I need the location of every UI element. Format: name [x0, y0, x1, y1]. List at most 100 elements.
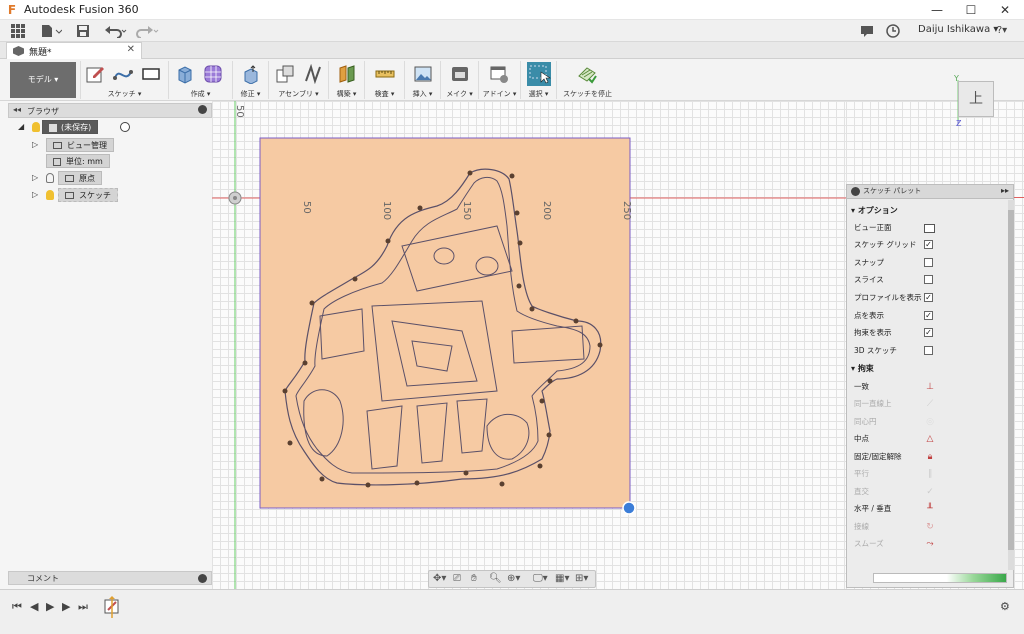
- timeline-sketch-feature-icon[interactable]: [104, 596, 120, 618]
- select-arrow-icon[interactable]: [527, 62, 551, 86]
- palette-pin-icon[interactable]: [851, 187, 860, 196]
- expand-arrows-icon[interactable]: ▸▸: [1001, 186, 1009, 195]
- create-sketch-icon[interactable]: [85, 64, 105, 84]
- document-tab[interactable]: 無題* ✕: [6, 42, 142, 59]
- save-icon[interactable]: [76, 24, 90, 38]
- maximize-button[interactable]: ☐: [954, 0, 988, 20]
- form-icon[interactable]: [203, 64, 223, 84]
- midpoint-icon[interactable]: △: [924, 433, 936, 445]
- viewcube-top-face[interactable]: 上: [958, 81, 994, 117]
- look-at-icon[interactable]: [924, 224, 935, 233]
- addins-group[interactable]: アドイン ▾: [478, 61, 520, 99]
- zoom-icon[interactable]: 🔍︎: [489, 573, 502, 584]
- sketch-grid-checkbox[interactable]: ✓: [924, 240, 933, 249]
- file-menu-icon[interactable]: [40, 24, 62, 38]
- comments-panel-header[interactable]: コメント: [8, 571, 212, 585]
- job-status-icon[interactable]: [860, 24, 874, 38]
- snap-checkbox[interactable]: [924, 258, 933, 267]
- 3d-print-icon[interactable]: [450, 64, 470, 84]
- timeline-settings-gear-icon[interactable]: ⚙︎: [1000, 600, 1010, 613]
- options-section-header[interactable]: ▾ オプション: [851, 205, 898, 216]
- panel-pin-icon[interactable]: [198, 105, 207, 114]
- collapsed-triangle-icon[interactable]: ▷: [32, 188, 38, 202]
- slice-checkbox[interactable]: [924, 275, 933, 284]
- expand-triangle-icon[interactable]: ◢: [18, 120, 24, 134]
- modify-group[interactable]: 修正 ▾: [232, 61, 268, 99]
- option-3d-sketch[interactable]: 3D スケッチ: [854, 343, 1009, 358]
- user-account-menu[interactable]: Daiju Ishikawa ▾: [918, 24, 998, 35]
- go-to-start-icon[interactable]: ⏮︎: [12, 600, 22, 614]
- design-canvas[interactable]: 50 100 150 200 250 50: [212, 101, 846, 589]
- constraint-horizontal-vertical[interactable]: 水平 / 垂直 ╨: [854, 501, 1009, 516]
- lightbulb-off-icon[interactable]: [46, 173, 54, 183]
- lock-icon[interactable]: 🔒︎: [924, 451, 936, 463]
- inspect-group[interactable]: 検査 ▾: [364, 61, 404, 99]
- option-show-points[interactable]: 点を表示 ✓: [854, 308, 1009, 323]
- collapse-arrows-icon[interactable]: ◂◂: [13, 105, 21, 114]
- fit-zoom-icon[interactable]: ⊕▾: [507, 573, 520, 584]
- new-component-icon[interactable]: [275, 64, 295, 84]
- clock-icon[interactable]: [886, 24, 900, 38]
- tree-root-row[interactable]: ◢ (未保存): [18, 120, 138, 134]
- pan-hand-icon[interactable]: ✋︎: [471, 573, 477, 584]
- show-profile-checkbox[interactable]: ✓: [924, 293, 933, 302]
- offset-plane-icon[interactable]: [337, 64, 357, 84]
- step-back-icon[interactable]: ◀: [30, 600, 38, 613]
- stop-sketch-icon[interactable]: [577, 64, 597, 84]
- select-group[interactable]: 選択 ▾: [520, 61, 556, 99]
- create-group[interactable]: 作成 ▾: [168, 61, 232, 99]
- constraint-coincident[interactable]: 一致 ⊥: [854, 379, 1009, 394]
- minimize-button[interactable]: —: [920, 0, 954, 20]
- redo-icon[interactable]: [136, 24, 160, 38]
- scripts-addins-icon[interactable]: [489, 64, 509, 84]
- orbit-icon[interactable]: ✥▾: [433, 573, 446, 584]
- option-show-constraints[interactable]: 拘束を表示 ✓: [854, 325, 1009, 340]
- activate-radio-icon[interactable]: [120, 122, 130, 132]
- close-button[interactable]: ✕: [988, 0, 1022, 20]
- constraint-midpoint[interactable]: 中点 △: [854, 431, 1009, 446]
- show-points-checkbox[interactable]: ✓: [924, 311, 933, 320]
- make-group[interactable]: メイク ▾: [440, 61, 478, 99]
- lightbulb-icon[interactable]: [32, 122, 40, 132]
- option-show-profile[interactable]: プロファイルを表示 ✓: [854, 290, 1009, 305]
- joint-icon[interactable]: [303, 64, 323, 84]
- 3d-sketch-checkbox[interactable]: [924, 346, 933, 355]
- show-constraints-checkbox[interactable]: ✓: [924, 328, 933, 337]
- sketch-palette-header[interactable]: スケッチ パレット ▸▸: [847, 185, 1013, 199]
- document-tab-close[interactable]: ✕: [127, 44, 135, 55]
- insert-group[interactable]: 挿入 ▾: [404, 61, 440, 99]
- help-button[interactable]: ?▾: [990, 22, 1014, 40]
- option-sketch-grid[interactable]: スケッチ グリッド ✓: [854, 237, 1009, 252]
- insert-image-icon[interactable]: [413, 64, 433, 84]
- viewports-icon[interactable]: ⊞▾: [575, 573, 588, 584]
- constraints-section-header[interactable]: ▾ 拘束: [851, 363, 874, 374]
- workspace-mode-button[interactable]: モデル ▾: [10, 62, 76, 98]
- browser-panel-header[interactable]: ◂◂ ブラウザ: [8, 103, 212, 118]
- go-to-end-icon[interactable]: ⏭︎: [78, 600, 88, 614]
- coincident-icon[interactable]: ⊥: [924, 381, 936, 393]
- step-forward-icon[interactable]: ▶: [62, 600, 70, 613]
- constraint-fix-unfix[interactable]: 固定/固定解除 🔒︎: [854, 449, 1009, 464]
- horizontal-vertical-icon[interactable]: ╨: [924, 503, 936, 515]
- assemble-group[interactable]: アセンブリ ▾: [268, 61, 328, 99]
- collapsed-triangle-icon[interactable]: ▷: [32, 171, 38, 185]
- panel-pin-icon[interactable]: [198, 574, 207, 583]
- option-snap[interactable]: スナップ: [854, 255, 1009, 270]
- stop-sketch-group[interactable]: スケッチを停止: [556, 61, 618, 99]
- press-pull-icon[interactable]: [241, 64, 261, 84]
- rectangle-icon[interactable]: [141, 64, 161, 84]
- grid-settings-icon[interactable]: ▦▾: [555, 573, 569, 584]
- lightbulb-icon[interactable]: [46, 190, 54, 200]
- option-look-at[interactable]: ビュー正面: [854, 220, 1009, 235]
- selected-corner-point[interactable]: [622, 501, 636, 515]
- spline-icon[interactable]: [113, 64, 133, 84]
- play-icon[interactable]: ▶: [46, 600, 54, 613]
- construct-group[interactable]: 構築 ▾: [328, 61, 364, 99]
- undo-icon[interactable]: [104, 24, 128, 38]
- palette-scrollbar[interactable]: [1008, 200, 1014, 570]
- collapsed-triangle-icon[interactable]: ▷: [32, 138, 38, 152]
- option-slice[interactable]: スライス: [854, 272, 1009, 287]
- look-at-icon[interactable]: ⎚: [453, 573, 461, 584]
- display-settings-icon[interactable]: 🖵▾: [533, 573, 548, 584]
- data-panel-grid-icon[interactable]: [10, 23, 26, 39]
